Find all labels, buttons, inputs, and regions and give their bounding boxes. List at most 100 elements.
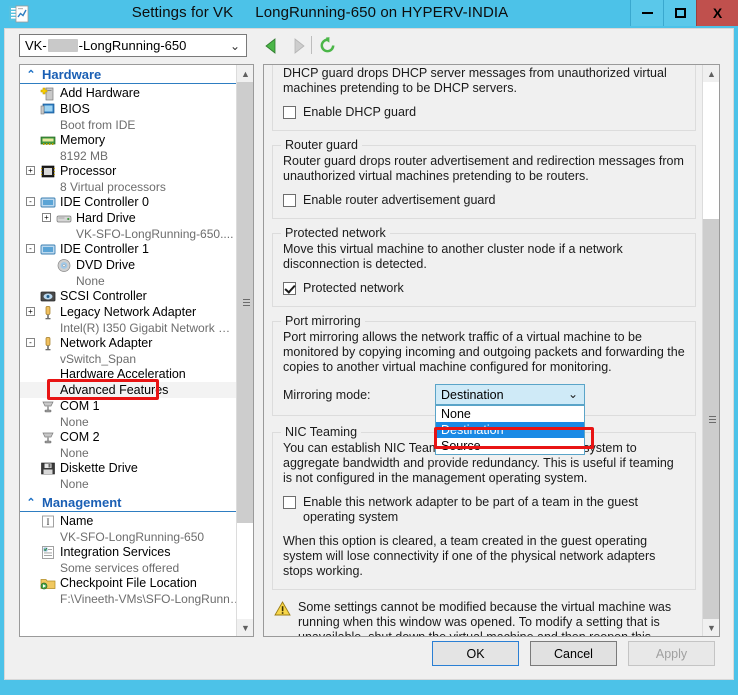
checkpoint-folder-icon	[40, 576, 56, 591]
tree-item-com-1[interactable]: COM 1	[20, 398, 236, 414]
network-adapter-icon	[40, 305, 56, 320]
enable-dhcp-guard-row[interactable]: Enable DHCP guard	[283, 105, 685, 120]
window-title: Settings for VK LongRunning-650 on HYPERV…	[0, 4, 640, 21]
nic-teaming-note: When this option is cleared, a team crea…	[283, 534, 656, 578]
tree-item-ide-controller-0[interactable]: - IDE Controller 0	[20, 194, 236, 210]
ok-button[interactable]: OK	[432, 641, 519, 666]
enable-router-guard-checkbox[interactable]	[283, 194, 296, 207]
content-scroll-track[interactable]	[703, 82, 719, 219]
toolbar-separator	[311, 36, 312, 54]
tree-item-label: IDE Controller 0	[60, 195, 149, 209]
tree-item-integration-services[interactable]: Integration Services	[20, 544, 236, 560]
nic-teaming-group: NIC Teaming You can establish NIC Teamin…	[272, 425, 696, 590]
scroll-down-icon[interactable]: ▼	[703, 619, 719, 636]
tree-item-sublabel: 8192 MB	[60, 148, 109, 163]
expand-icon[interactable]: +	[42, 213, 51, 222]
content-scroll-thumb[interactable]	[703, 219, 719, 621]
port-mirroring-description: Port mirroring allows the network traffi…	[283, 330, 685, 374]
running-vm-warning-text: Some settings cannot be modified because…	[298, 600, 672, 637]
nic-teaming-row[interactable]: Enable this network adapter to be part o…	[283, 495, 685, 525]
integration-services-icon	[40, 545, 56, 560]
ide-controller-icon	[40, 195, 56, 210]
mirroring-mode-dropdown-list[interactable]: None Destination Source	[435, 405, 585, 455]
maximize-button[interactable]	[663, 0, 696, 26]
nic-teaming-label: Enable this network adapter to be part o…	[303, 495, 638, 524]
tree-group-management[interactable]: ⌃ Management	[20, 493, 236, 512]
expand-icon[interactable]: +	[26, 166, 35, 175]
collapse-icon[interactable]: -	[26, 244, 35, 253]
tree-item-label: Integration Services	[60, 545, 171, 559]
mirroring-mode-row: Mirroring mode: Destination ⌄ None Desti…	[283, 384, 685, 455]
tree-scroll-track[interactable]	[237, 523, 253, 620]
tree-group-hardware-label: Hardware	[42, 66, 102, 82]
tree-item-hard-drive[interactable]: + Hard Drive	[20, 210, 236, 226]
tree-item-label: Diskette Drive	[60, 461, 138, 475]
scroll-down-icon[interactable]: ▼	[237, 619, 253, 636]
tree-item-bios[interactable]: BIOS	[20, 101, 236, 117]
tree-item-processor[interactable]: + Processor	[20, 163, 236, 179]
add-hardware-icon	[40, 86, 56, 101]
tree-item-diskette-drive[interactable]: Diskette Drive	[20, 460, 236, 476]
cancel-button[interactable]: Cancel	[530, 641, 617, 666]
close-button[interactable]: X	[696, 0, 738, 26]
refresh-icon[interactable]	[318, 36, 337, 55]
tree-item-checkpoint-file-location[interactable]: Checkpoint File Location	[20, 575, 236, 591]
tree-item-add-hardware[interactable]: Add Hardware	[20, 85, 236, 101]
tree-item-network-adapter[interactable]: - Network Adapter	[20, 335, 236, 351]
enable-dhcp-guard-checkbox[interactable]	[283, 106, 296, 119]
expand-icon[interactable]: +	[26, 307, 35, 316]
tree-item-sublabel: None	[60, 445, 89, 460]
tree-content: ⌃ Hardware Add Hardware BIOS Boot from IDE…	[20, 65, 242, 636]
tree-scroll-thumb[interactable]	[237, 82, 253, 523]
settings-scroll-area: DHCP guard drops DHCP server messages fr…	[264, 65, 704, 636]
tree-item-sublabel: VK-SFO-LongRunning-650	[60, 529, 205, 544]
tree-item-scsi-controller[interactable]: SCSI Controller	[20, 288, 236, 304]
protected-network-title: Protected network	[281, 226, 390, 240]
tree-item-hardware-acceleration[interactable]: Hardware Acceleration	[20, 366, 236, 382]
tree-group-hardware[interactable]: ⌃ Hardware	[20, 65, 236, 84]
tree-item-name[interactable]: I Name	[20, 513, 236, 529]
port-mirroring-title: Port mirroring	[281, 314, 365, 328]
tree-item-label: Processor	[60, 164, 117, 178]
tree-item-com-2[interactable]: COM 2	[20, 429, 236, 445]
protected-network-row[interactable]: Protected network	[283, 281, 685, 296]
scroll-up-icon[interactable]: ▲	[237, 65, 253, 82]
network-adapter-icon	[40, 336, 56, 351]
collapse-chevron-icon[interactable]: ⌃	[24, 68, 38, 81]
tree-item-ide-controller-1[interactable]: - IDE Controller 1	[20, 241, 236, 257]
minimize-button[interactable]	[630, 0, 663, 26]
window-controls: X	[630, 0, 738, 28]
collapse-icon[interactable]: -	[26, 338, 35, 347]
tree-scrollbar[interactable]: ▲ ▼	[236, 65, 253, 636]
tree-item-label: IDE Controller 1	[60, 242, 149, 256]
dialog-footer: OK Cancel Apply	[5, 641, 733, 669]
scsi-controller-icon	[40, 289, 56, 304]
hard-drive-icon	[56, 211, 72, 226]
mirroring-mode-option-source[interactable]: Source	[436, 438, 584, 454]
hardware-tree-pane[interactable]: ⌃ Hardware Add Hardware BIOS Boot from IDE…	[19, 64, 254, 637]
vm-selector-combobox[interactable]: VK- -LongRunning-650 ⌄	[19, 34, 247, 57]
advanced-features-pane: DHCP guard drops DHCP server messages fr…	[263, 64, 720, 637]
tree-item-legacy-network-adapter[interactable]: + Legacy Network Adapter	[20, 304, 236, 320]
tree-item-advanced-features[interactable]: Advanced Features	[20, 382, 236, 398]
nic-teaming-checkbox[interactable]	[283, 496, 296, 509]
hardware-items: Add Hardware BIOS Boot from IDE Memory 8192 …	[20, 85, 236, 491]
content-scrollbar[interactable]: ▲ ▼	[702, 65, 719, 636]
window-title-part2: LongRunning-650 on HYPERV-INDIA	[255, 4, 509, 21]
enable-router-guard-row[interactable]: Enable router advertisement guard	[283, 193, 685, 208]
tree-item-memory[interactable]: Memory	[20, 132, 236, 148]
protected-network-checkbox[interactable]	[283, 282, 296, 295]
mirroring-mode-combobox[interactable]: Destination ⌄	[435, 384, 585, 405]
mirroring-mode-option-destination[interactable]: Destination	[436, 422, 584, 438]
mirroring-mode-option-none[interactable]: None	[436, 406, 584, 422]
back-icon[interactable]	[263, 37, 281, 55]
collapse-icon[interactable]: -	[26, 197, 35, 206]
scroll-up-icon[interactable]: ▲	[703, 65, 719, 82]
com-port-icon	[40, 430, 56, 445]
tree-item-sublabel: VK-SFO-LongRunning-650....	[76, 226, 234, 241]
window-title-part1: Settings for VK	[131, 4, 234, 21]
tree-item-dvd-drive[interactable]: DVD Drive	[20, 257, 236, 273]
collapse-chevron-icon[interactable]: ⌃	[24, 496, 38, 509]
protected-network-group: Protected network Move this virtual mach…	[272, 226, 696, 307]
minimize-icon	[641, 12, 653, 14]
